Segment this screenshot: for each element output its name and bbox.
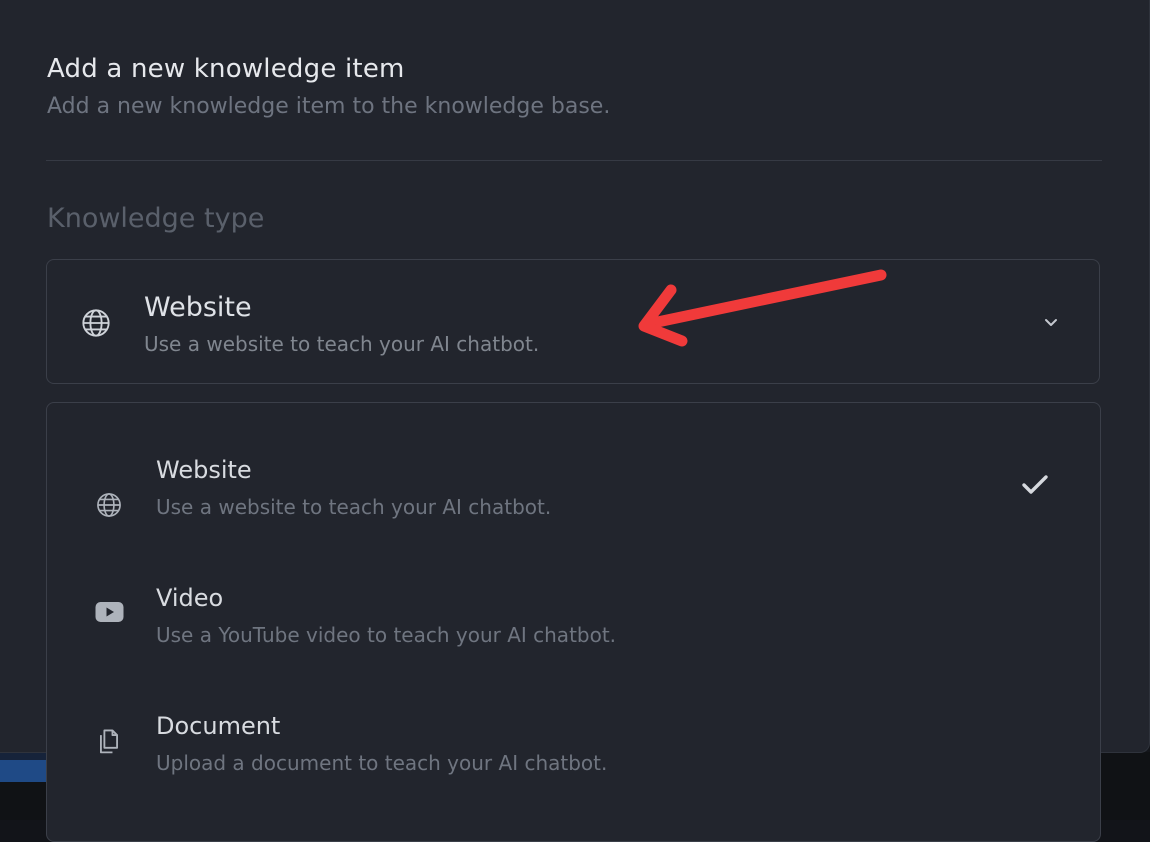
globe-icon (80, 307, 112, 343)
background-button-peek (0, 760, 48, 782)
knowledge-type-label: Knowledge type (47, 203, 265, 234)
chevron-down-icon (1043, 314, 1059, 333)
header-divider (46, 160, 1102, 161)
knowledge-type-dropdown-menu: Website Use a website to teach your AI c… (46, 402, 1101, 842)
option-document[interactable]: Document Upload a document to teach your… (47, 679, 1100, 799)
knowledge-type-select[interactable]: Website Use a website to teach your AI c… (46, 259, 1100, 384)
globe-icon (95, 491, 123, 523)
dialog-title: Add a new knowledge item (47, 54, 405, 84)
option-website[interactable]: Website Use a website to teach your AI c… (47, 423, 1100, 543)
youtube-icon (95, 601, 124, 627)
option-description: Use a YouTube video to teach your AI cha… (156, 623, 617, 647)
selected-option-description: Use a website to teach your AI chatbot. (144, 332, 540, 356)
option-description: Upload a document to teach your AI chatb… (156, 751, 608, 775)
option-title: Document (156, 712, 281, 740)
selected-option-title: Website (144, 292, 252, 323)
document-icon (95, 727, 123, 761)
check-icon (1020, 473, 1050, 501)
option-video[interactable]: Video Use a YouTube video to teach your … (47, 551, 1100, 671)
option-title: Website (156, 456, 252, 484)
dialog-description: Add a new knowledge item to the knowledg… (47, 94, 611, 119)
option-title: Video (156, 584, 224, 612)
option-description: Use a website to teach your AI chatbot. (156, 495, 552, 519)
